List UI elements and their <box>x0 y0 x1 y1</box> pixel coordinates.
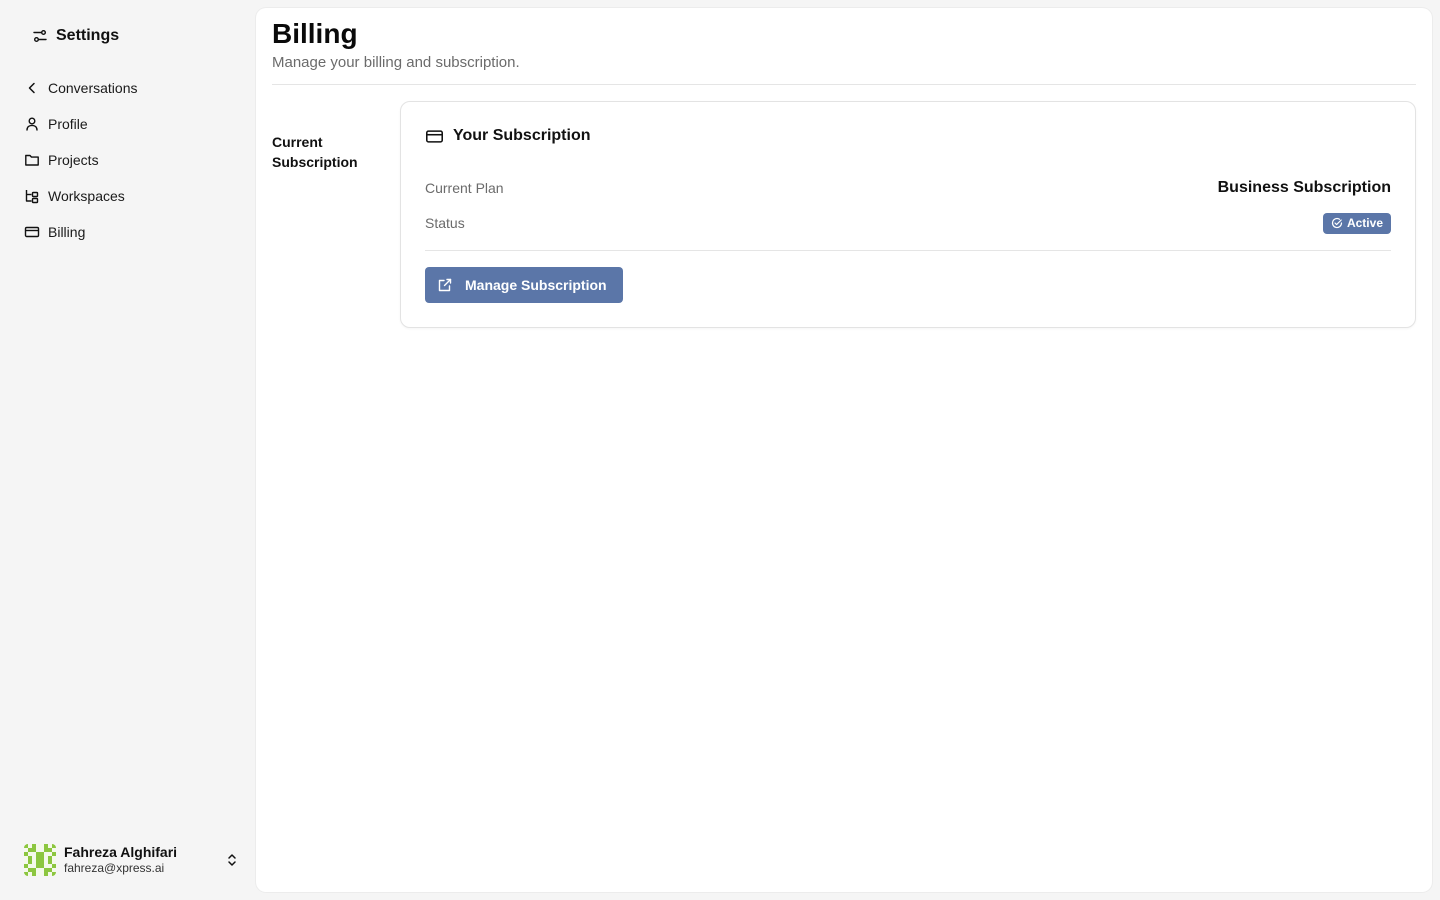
app-window: Settings Conversations Profile Projects … <box>0 0 1440 900</box>
page-title: Billing <box>272 18 358 49</box>
status-row: Status Active <box>425 212 1391 234</box>
user-email: fahreza@xpress.ai <box>64 861 165 876</box>
credit-card-icon <box>24 226 40 238</box>
subscription-card: Your Subscription Current Plan Business … <box>400 101 1416 328</box>
section-label: Current Subscription <box>272 134 358 170</box>
page-subtitle: Manage your billing and subscription. <box>272 54 520 71</box>
credit-card-icon <box>426 129 443 143</box>
sidebar-item-billing[interactable]: Billing <box>16 214 240 250</box>
external-link-icon <box>438 278 452 292</box>
sidebar: Settings Conversations Profile Projects … <box>0 0 256 900</box>
chevrons-up-down-icon <box>228 854 236 866</box>
card-divider <box>425 250 1391 251</box>
sidebar-title: Settings <box>56 27 120 44</box>
current-plan-label: Current Plan <box>425 180 504 196</box>
folder-icon <box>25 154 39 166</box>
sidebar-item-label: Projects <box>48 152 99 168</box>
main-panel: Billing Manage your billing and subscrip… <box>256 8 1432 892</box>
sliders-icon <box>33 30 47 42</box>
status-badge: Active <box>1322 212 1391 234</box>
sidebar-item-label: Conversations <box>48 80 138 96</box>
avatar <box>24 844 56 876</box>
sidebar-item-conversations[interactable]: Conversations <box>16 70 240 106</box>
sidebar-header: Settings <box>32 24 119 48</box>
sidebar-item-projects[interactable]: Projects <box>16 142 240 178</box>
sidebar-item-label: Workspaces <box>48 188 125 204</box>
manage-subscription-button[interactable]: Manage Subscription <box>425 267 623 303</box>
status-value: Active <box>1346 216 1383 230</box>
chevron-left-icon <box>28 82 35 94</box>
user-menu[interactable]: Fahreza Alghifari fahreza@xpress.ai <box>24 840 240 880</box>
workspaces-icon <box>25 190 39 204</box>
user-info: Fahreza Alghifari fahreza@xpress.ai <box>64 844 216 875</box>
sidebar-item-label: Billing <box>48 224 86 240</box>
manage-subscription-label: Manage Subscription <box>465 277 607 293</box>
sidebar-item-workspaces[interactable]: Workspaces <box>16 178 240 214</box>
sidebar-item-label: Profile <box>48 116 88 132</box>
card-title: Your Subscription <box>453 127 591 144</box>
check-circle-icon <box>1331 218 1343 229</box>
user-icon <box>26 117 38 131</box>
current-plan-row: Current Plan Business Subscription <box>425 177 1391 199</box>
current-plan-value: Business Subscription <box>1217 179 1391 196</box>
status-label: Status <box>425 215 465 231</box>
sidebar-nav: Conversations Profile Projects Workspace… <box>16 70 240 250</box>
header-divider <box>272 84 1416 85</box>
sidebar-item-profile[interactable]: Profile <box>16 106 240 142</box>
card-header: Your Subscription <box>425 126 590 146</box>
user-name: Fahreza Alghifari <box>64 844 178 861</box>
